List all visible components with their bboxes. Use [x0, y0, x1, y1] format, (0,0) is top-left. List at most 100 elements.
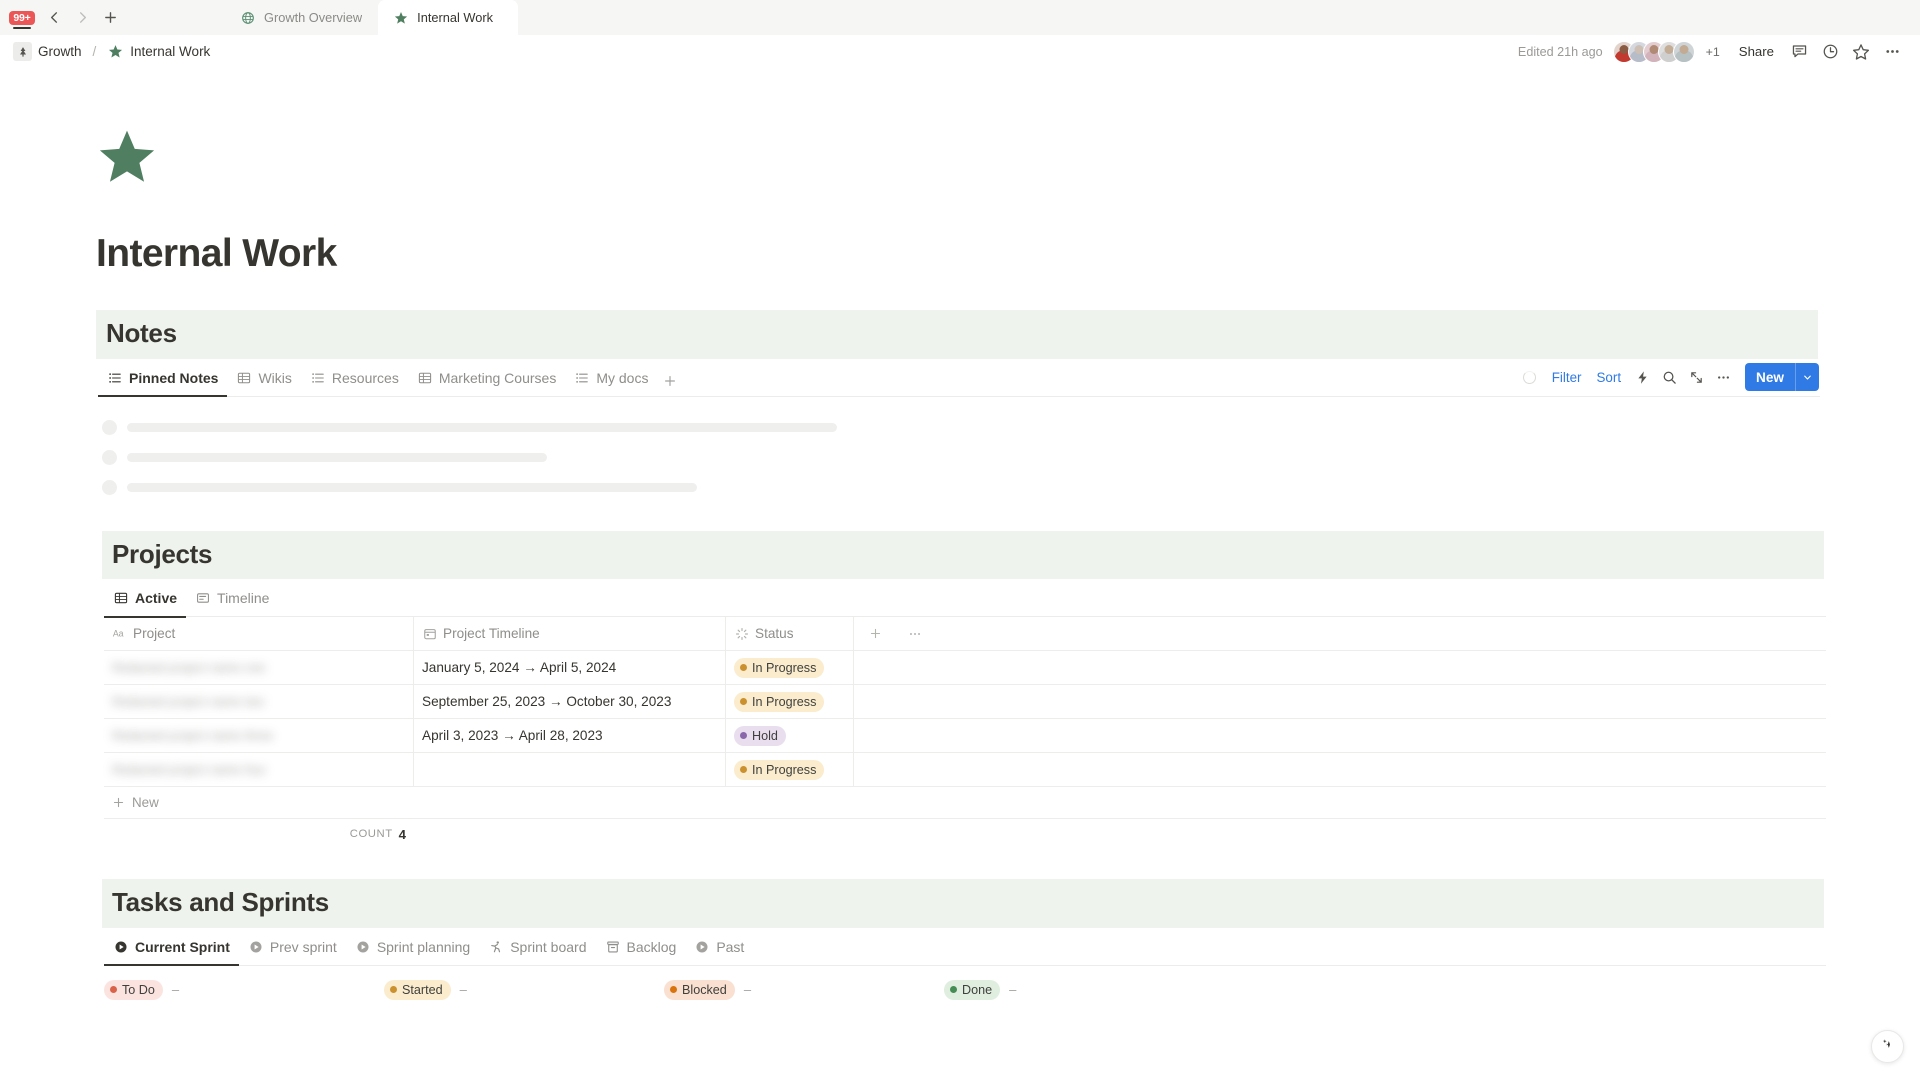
- avatar-overflow-count[interactable]: +1: [1706, 45, 1720, 59]
- list-view-icon: [310, 370, 326, 386]
- collaborator-avatars[interactable]: [1612, 40, 1695, 63]
- table-view-icon: [236, 370, 252, 386]
- browser-tab-growth-overview[interactable]: Growth Overview: [225, 0, 379, 35]
- column-header-status[interactable]: Status: [726, 617, 854, 650]
- section-title: Notes: [106, 318, 177, 348]
- tab-resources[interactable]: Resources: [301, 359, 408, 396]
- table-view-icon: [417, 370, 433, 386]
- board-column-done[interactable]: Done –: [944, 979, 1224, 1000]
- comment-icon[interactable]: [1785, 38, 1813, 66]
- tab-label: Past: [716, 938, 745, 955]
- section-heading-tasks-and-sprints: Tasks and Sprints: [102, 879, 1824, 928]
- projects-table: Aa Project Project Timeline Status Redac…: [104, 617, 1826, 849]
- play-circle-icon: [355, 939, 371, 955]
- notification-badge-underline: [13, 26, 31, 29]
- timeline-view-icon: [195, 590, 211, 606]
- more-options-icon[interactable]: [1878, 38, 1906, 66]
- cell-project-timeline[interactable]: September 25, 2023 → October 30, 2023: [414, 685, 726, 718]
- breadcrumb-item-growth[interactable]: Growth: [8, 40, 87, 63]
- breadcrumb-label: Growth: [38, 44, 82, 59]
- cell-status[interactable]: In Progress: [726, 651, 854, 684]
- page-title[interactable]: Internal Work: [96, 232, 1824, 276]
- tab-wikis[interactable]: Wikis: [227, 359, 300, 396]
- page-scroll-area[interactable]: Internal Work Notes Pinned Notes Wikis R…: [0, 68, 1920, 1080]
- collapse-arrows-icon[interactable]: [1683, 364, 1709, 390]
- table-more-options-icon[interactable]: [896, 617, 934, 650]
- tab-marketing-courses[interactable]: Marketing Courses: [408, 359, 566, 396]
- breadcrumb: Growth / Internal Work: [8, 40, 215, 63]
- last-edited-label[interactable]: Edited 21h ago: [1518, 45, 1603, 59]
- tab-pinned-notes[interactable]: Pinned Notes: [98, 359, 228, 397]
- notes-view-bar: Pinned Notes Wikis Resources Marketing C…: [98, 359, 1820, 397]
- forward-button[interactable]: [69, 5, 95, 31]
- status-loading-icon: [734, 626, 749, 641]
- count-summary[interactable]: COUNT 4: [104, 827, 414, 842]
- board-column-to-do[interactable]: To Do –: [104, 979, 384, 1000]
- tab-timeline[interactable]: Timeline: [186, 580, 278, 617]
- cell-project-timeline[interactable]: [414, 753, 726, 786]
- play-circle-icon: [694, 939, 710, 955]
- status-label: Started: [402, 982, 443, 997]
- count-value: 4: [398, 826, 406, 842]
- chevron-down-icon[interactable]: [1795, 363, 1819, 391]
- tab-label: Backlog: [626, 938, 677, 955]
- more-options-icon[interactable]: [1710, 364, 1736, 390]
- tab-backlog[interactable]: Backlog: [596, 928, 686, 965]
- new-row-button[interactable]: New: [104, 787, 1826, 819]
- browser-tab-internal-work[interactable]: Internal Work: [378, 0, 519, 35]
- cell-status[interactable]: In Progress: [726, 685, 854, 718]
- cell-project[interactable]: Redacted project name three: [104, 719, 414, 752]
- projects-view-bar: Active Timeline: [104, 579, 1826, 618]
- new-tab-button[interactable]: [97, 5, 123, 31]
- filter-button[interactable]: Filter: [1545, 366, 1589, 389]
- lightning-icon[interactable]: [1629, 364, 1655, 390]
- notes-toolbar: Filter Sort New: [1519, 363, 1820, 391]
- add-column-button[interactable]: [854, 617, 896, 650]
- breadcrumb-separator: /: [92, 44, 97, 59]
- table-row[interactable]: Redacted project name four In Progress: [104, 753, 1826, 787]
- status-badge: Hold: [734, 725, 786, 746]
- table-row[interactable]: Redacted project name two September 25, …: [104, 685, 1826, 719]
- tab-prev-sprint[interactable]: Prev sprint: [239, 928, 346, 965]
- cell-spacer: [854, 651, 896, 684]
- cell-project[interactable]: Redacted project name one: [104, 651, 414, 684]
- tasks-view-tabs: Current Sprint Prev sprint Sprint planni…: [104, 927, 753, 966]
- sort-button[interactable]: Sort: [1589, 366, 1628, 389]
- new-button[interactable]: New: [1745, 363, 1819, 391]
- column-header-project[interactable]: Aa Project: [104, 617, 414, 650]
- cell-status[interactable]: In Progress: [726, 753, 854, 786]
- table-row[interactable]: Redacted project name three April 3, 202…: [104, 719, 1826, 753]
- tab-current-sprint[interactable]: Current Sprint: [104, 928, 239, 966]
- loading-spinner: [1522, 370, 1536, 384]
- new-button-label: New: [1756, 369, 1784, 385]
- tab-my-docs[interactable]: My docs: [565, 359, 657, 396]
- share-button[interactable]: Share: [1731, 40, 1782, 63]
- avatar[interactable]: [1672, 40, 1695, 63]
- add-view-button[interactable]: [657, 366, 683, 396]
- status-label: Done: [962, 982, 993, 997]
- page-icon-green-star[interactable]: [96, 126, 158, 188]
- tab-past[interactable]: Past: [685, 928, 753, 965]
- column-header-project-timeline[interactable]: Project Timeline: [414, 617, 726, 650]
- board-column-started[interactable]: Started –: [384, 979, 664, 1000]
- back-button[interactable]: [41, 5, 67, 31]
- tab-sprint-board[interactable]: Sprint board: [479, 928, 595, 965]
- table-row[interactable]: Redacted project name one January 5, 202…: [104, 651, 1826, 685]
- favorite-star-icon[interactable]: [1847, 38, 1875, 66]
- tab-label: Timeline: [217, 590, 270, 606]
- ai-assistant-button[interactable]: [1871, 1030, 1904, 1063]
- history-icon[interactable]: [1816, 38, 1844, 66]
- notification-badge[interactable]: 99+: [9, 8, 35, 29]
- board-column-blocked[interactable]: Blocked –: [664, 979, 944, 1000]
- search-icon[interactable]: [1656, 364, 1682, 390]
- tab-sprint-planning[interactable]: Sprint planning: [346, 928, 479, 965]
- section-title: Projects: [112, 538, 213, 569]
- cell-project[interactable]: Redacted project name two: [104, 685, 414, 718]
- breadcrumb-item-internal-work[interactable]: Internal Work: [102, 41, 215, 62]
- cell-project[interactable]: Redacted project name four: [104, 753, 414, 786]
- cell-project-timeline[interactable]: April 3, 2023 → April 28, 2023: [414, 719, 726, 752]
- tab-active[interactable]: Active: [104, 580, 187, 618]
- skeleton-row: [102, 413, 1824, 443]
- cell-status[interactable]: Hold: [726, 719, 854, 752]
- cell-project-timeline[interactable]: January 5, 2024 → April 5, 2024: [414, 651, 726, 684]
